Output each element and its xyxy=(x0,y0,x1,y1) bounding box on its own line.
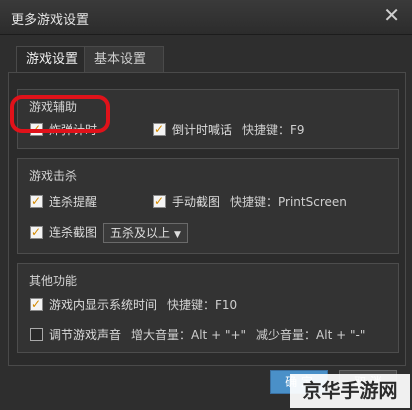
option-label: 连杀截图 xyxy=(49,225,98,240)
checkbox-checked-icon[interactable] xyxy=(153,120,166,138)
option-label: 连杀提醒 xyxy=(49,195,98,209)
volume-down-hint: 减少音量：Alt + "-" xyxy=(256,328,366,342)
volume-up-hint: 增大音量：Alt + "+" xyxy=(131,328,247,342)
checkbox-checked-icon[interactable] xyxy=(30,295,43,313)
close-icon[interactable]: ✕ xyxy=(383,5,400,25)
kill-count-select[interactable]: 五杀及以上 ▼ xyxy=(103,223,188,243)
shortcut-hint: 快捷键：PrintScreen xyxy=(230,195,347,209)
window-title: 更多游戏设置 xyxy=(11,13,90,28)
select-value: 五杀及以上 xyxy=(110,226,171,240)
tab-game-settings[interactable]: 游戏设置 xyxy=(16,46,92,73)
option-countdown[interactable]: 倒计时喊话快捷键：F9 xyxy=(153,120,305,139)
shortcut-hint: 快捷键：F10 xyxy=(167,298,238,312)
shortcut-hint: 快捷键：F9 xyxy=(242,123,305,137)
option-kill-screenshot[interactable]: 连杀截图五杀及以上▼ xyxy=(30,223,188,243)
group-title-kill: 游戏击杀 xyxy=(29,169,78,183)
group-game-kill: 游戏击杀 连杀提醒 手动截图快捷键：PrintScreen 连杀截图五杀及以上▼ xyxy=(17,158,399,254)
option-label: 手动截图 xyxy=(172,195,221,209)
red-highlight-annotation xyxy=(10,95,110,133)
option-label: 游戏内显示系统时间 xyxy=(49,298,158,312)
watermark-logo: 京华手游网 xyxy=(290,374,410,408)
title-bar: 更多游戏设置 ✕ xyxy=(0,0,412,35)
option-label: 倒计时喊话 xyxy=(172,123,233,137)
checkbox-checked-icon[interactable] xyxy=(153,192,166,210)
group-title-other: 其他功能 xyxy=(29,274,78,288)
checkbox-checked-icon[interactable] xyxy=(30,223,43,241)
option-volume[interactable]: 调节游戏声音 增大音量：Alt + "+" 减少音量：Alt + "-" xyxy=(30,326,365,344)
option-manual-screenshot[interactable]: 手动截图快捷键：PrintScreen xyxy=(153,192,347,211)
group-other-functions: 其他功能 游戏内显示系统时间快捷键：F10 调节游戏声音增大音量：Alt + "… xyxy=(17,263,399,353)
checkbox-unchecked-icon[interactable] xyxy=(30,328,43,341)
option-kill-notice[interactable]: 连杀提醒 xyxy=(30,192,98,211)
tab-basic-settings[interactable]: 基本设置 xyxy=(84,46,164,73)
checkbox-checked-icon[interactable] xyxy=(30,192,43,210)
chevron-down-icon: ▼ xyxy=(174,230,181,240)
option-label: 调节游戏声音 xyxy=(49,328,122,342)
option-show-time[interactable]: 游戏内显示系统时间快捷键：F10 xyxy=(30,295,238,314)
